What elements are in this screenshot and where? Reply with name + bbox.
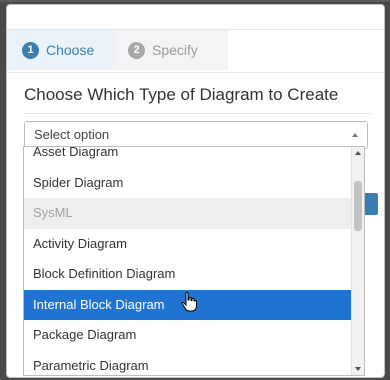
option-spider-diagram[interactable]: Spider Diagram bbox=[24, 168, 352, 199]
option-list: Asset Diagram Spider Diagram SysML Activ… bbox=[24, 147, 352, 376]
dropdown-scrollbar[interactable] bbox=[351, 147, 364, 375]
step-arrow bbox=[99, 30, 112, 70]
caret-up-icon bbox=[352, 133, 358, 137]
step-label: Choose bbox=[46, 42, 95, 58]
step-number-badge: 1 bbox=[22, 41, 39, 59]
dialog-header bbox=[7, 5, 384, 30]
step-arrow bbox=[214, 30, 227, 70]
option-package-diagram[interactable]: Package Diagram bbox=[24, 320, 352, 351]
diagram-type-select[interactable]: Select option bbox=[24, 121, 368, 149]
step-choose[interactable]: 1 Choose bbox=[7, 30, 114, 70]
option-block-definition-diagram[interactable]: Block Definition Diagram bbox=[24, 259, 352, 290]
dialog-title: Choose Which Type of Diagram to Create bbox=[24, 85, 371, 114]
scroll-down-arrow-icon[interactable] bbox=[355, 367, 361, 371]
hand-pointer-cursor-icon bbox=[181, 292, 197, 312]
option-asset-diagram[interactable]: Asset Diagram bbox=[24, 147, 352, 168]
backdrop bbox=[0, 0, 390, 2]
scroll-up-arrow-icon[interactable] bbox=[355, 151, 361, 155]
diagram-type-dropdown[interactable]: Asset Diagram Spider Diagram SysML Activ… bbox=[23, 146, 365, 376]
option-parametric-diagram[interactable]: Parametric Diagram bbox=[24, 351, 352, 376]
wizard-steps: 1 Choose 2 Specify bbox=[7, 30, 384, 73]
step-specify[interactable]: 2 Specify bbox=[114, 30, 228, 70]
option-activity-diagram[interactable]: Activity Diagram bbox=[24, 229, 352, 260]
option-group-sysml: SysML bbox=[24, 198, 352, 229]
select-placeholder: Select option bbox=[34, 127, 110, 142]
step-label: Specify bbox=[152, 42, 198, 58]
scrollbar-thumb[interactable] bbox=[354, 181, 362, 231]
step-number-badge: 2 bbox=[128, 41, 145, 59]
